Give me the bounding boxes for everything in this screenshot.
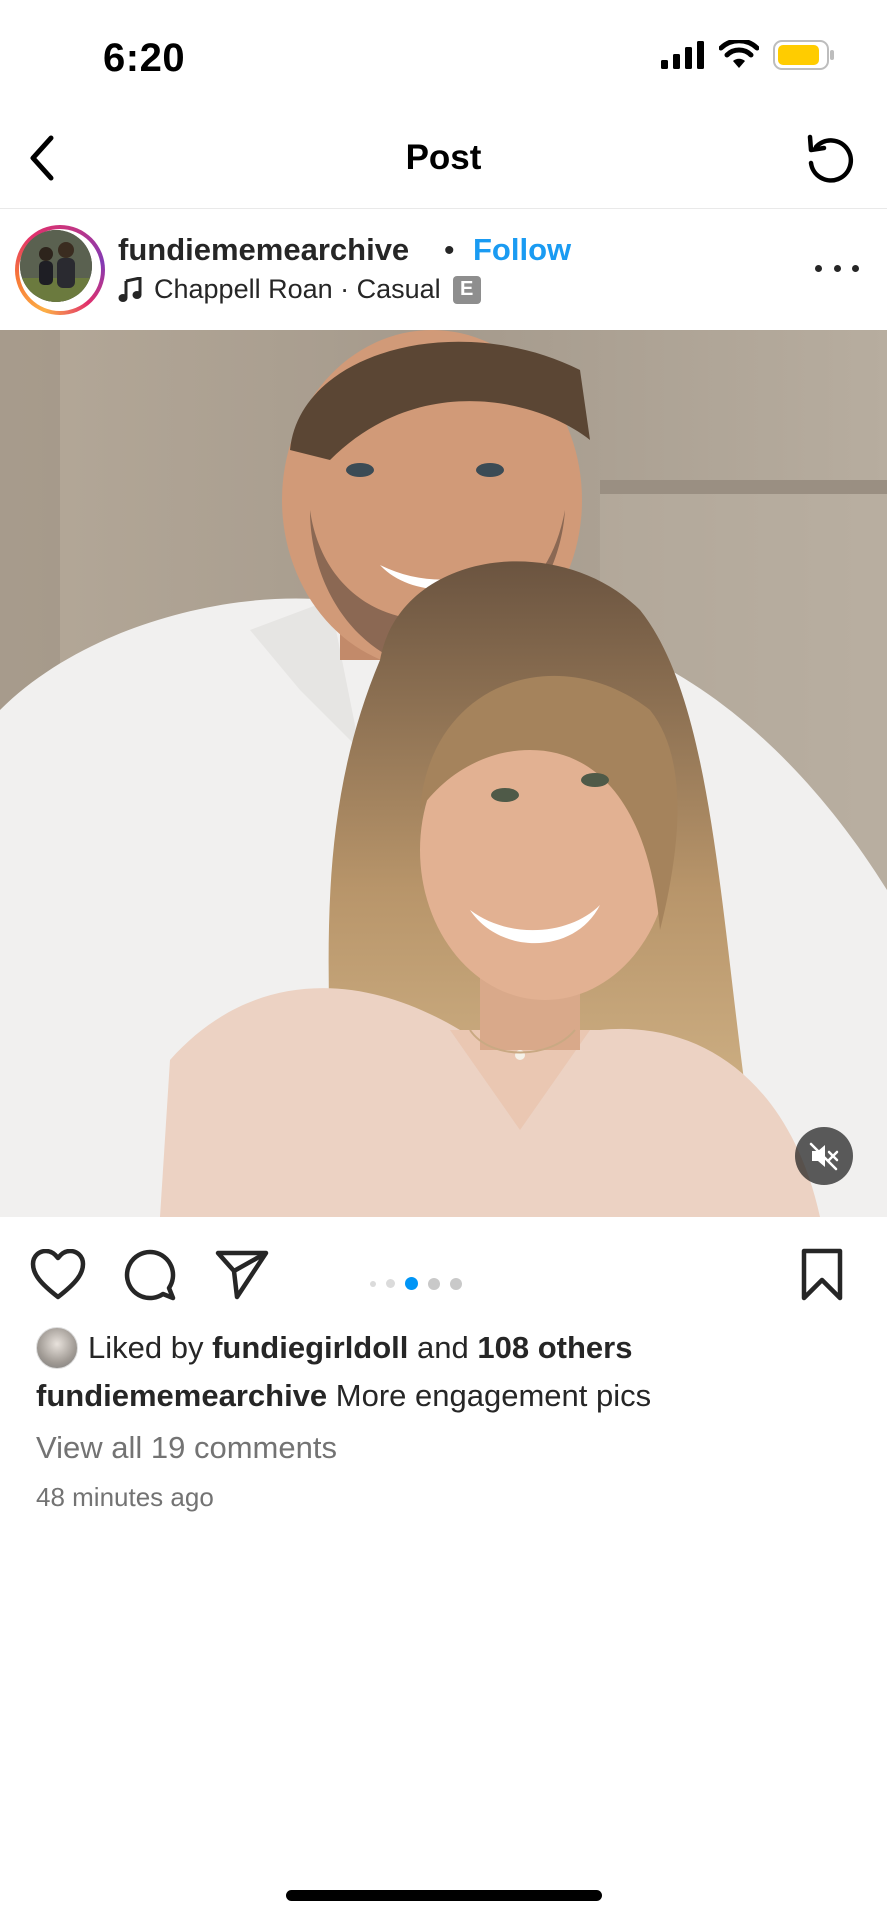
battery-icon: [773, 40, 835, 75]
post-photo: [0, 330, 887, 1217]
music-note-icon: [118, 276, 142, 303]
view-comments-link[interactable]: View all 19 comments: [36, 1430, 337, 1466]
heart-icon: [30, 1249, 86, 1300]
status-time: 6:20: [103, 36, 186, 80]
status-icons: [661, 38, 835, 75]
share-button[interactable]: [212, 1245, 272, 1305]
and-text: and: [417, 1330, 469, 1365]
music-attribution[interactable]: Chappell Roan · Casual E: [118, 274, 481, 305]
refresh-icon: [807, 134, 854, 183]
signal-icon: [661, 41, 705, 74]
story-ring[interactable]: [15, 225, 105, 315]
post-media[interactable]: [0, 330, 887, 1217]
action-bar: [0, 1217, 887, 1327]
likes-row[interactable]: Liked by fundiegirldoll and 108 others: [36, 1327, 632, 1369]
refresh-button[interactable]: [799, 128, 861, 190]
post-username[interactable]: fundiememearchive: [118, 232, 409, 268]
liked-by-prefix: Liked by: [88, 1330, 204, 1365]
comment-button[interactable]: [120, 1245, 180, 1305]
carousel-dot: [450, 1277, 462, 1290]
carousel-dot: [386, 1279, 395, 1288]
carousel-dot-active: [405, 1277, 418, 1290]
status-bar: 6:20: [0, 0, 887, 110]
caption-text: More engagement pics: [335, 1378, 652, 1413]
explicit-badge: E: [452, 275, 481, 304]
more-options-button[interactable]: [815, 258, 859, 278]
music-track-label: Chappell Roan · Casual: [154, 274, 441, 304]
wifi-icon: [718, 38, 760, 75]
caption-username[interactable]: fundiememearchive: [36, 1378, 327, 1413]
carousel-indicator: [370, 1277, 462, 1290]
caption: fundiememearchive More engagement pics: [36, 1378, 651, 1414]
like-button[interactable]: [28, 1245, 88, 1305]
likes-count[interactable]: 108 others: [477, 1330, 632, 1366]
carousel-dot: [370, 1280, 376, 1287]
more-dot: [852, 264, 859, 272]
home-indicator[interactable]: [286, 1890, 602, 1901]
save-button[interactable]: [792, 1245, 852, 1305]
post-timestamp: 48 minutes ago: [36, 1482, 214, 1512]
paper-plane-icon: [215, 1250, 269, 1300]
follow-button[interactable]: Follow: [473, 232, 571, 268]
page-title: Post: [405, 138, 482, 177]
liker-username[interactable]: fundiegirldoll: [212, 1330, 408, 1366]
speaker-muted-icon: [809, 1142, 839, 1171]
separator-dot: •: [444, 234, 455, 267]
carousel-dot: [428, 1277, 440, 1290]
comment-icon: [124, 1249, 176, 1301]
liker-avatar: [36, 1327, 78, 1369]
bookmark-icon: [801, 1248, 843, 1301]
more-dot: [833, 264, 841, 272]
post-header: fundiememearchive • Follow Chappell Roan…: [0, 208, 887, 330]
more-dot: [815, 264, 822, 272]
avatar: [20, 230, 92, 302]
mute-button[interactable]: [795, 1127, 853, 1185]
nav-bar: Post: [0, 110, 887, 209]
